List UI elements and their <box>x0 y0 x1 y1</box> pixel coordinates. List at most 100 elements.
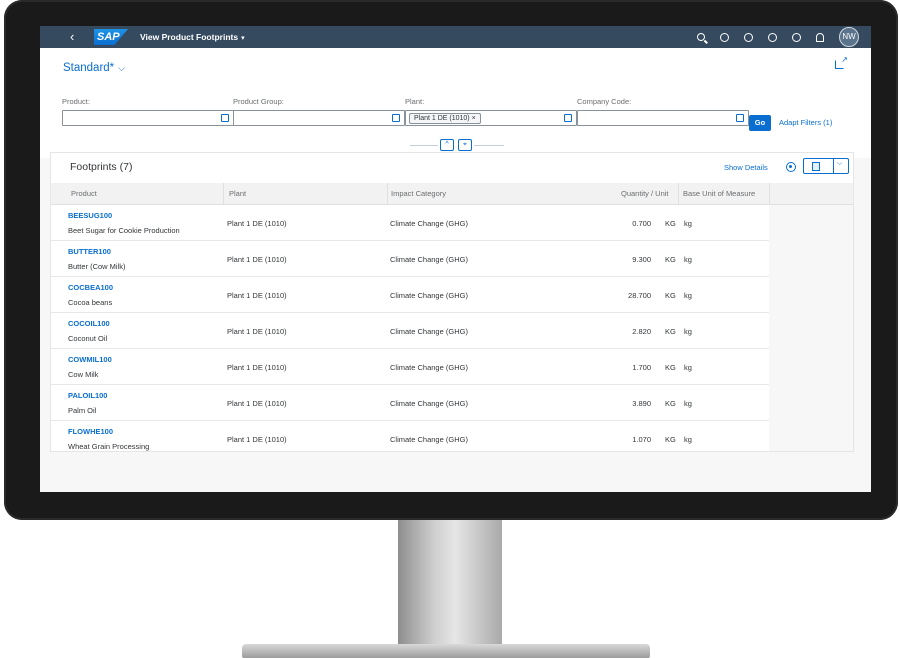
column-separator <box>678 183 679 205</box>
table-row[interactable]: COCBEA100 Cocoa beans Plant 1 DE (1010) … <box>51 277 769 313</box>
user-avatar[interactable]: NW <box>839 27 859 47</box>
product-group-input[interactable] <box>233 110 405 126</box>
product-description: Wheat Grain Processing <box>68 442 150 451</box>
product-link[interactable]: BUTTER100 <box>68 247 111 256</box>
app-title: View Product Footprints <box>140 32 239 42</box>
go-button[interactable]: Go <box>749 115 771 131</box>
product-link[interactable]: COWMIL100 <box>68 355 112 364</box>
variant-selector[interactable]: Standard* ⌵ <box>63 62 125 74</box>
gear-icon[interactable] <box>786 162 796 172</box>
plant-input[interactable]: Plant 1 DE (1010) × <box>405 110 577 126</box>
table-title: Footprints (7) <box>70 161 133 173</box>
quantity-cell: 1.700 <box>632 363 651 372</box>
unit-cell: KG <box>665 435 676 444</box>
app-title-menu[interactable]: View Product Footprints ▾ <box>140 32 245 42</box>
header-toggle-bar: ^ ⌖ <box>40 138 871 152</box>
impact-cell: Climate Change (GHG) <box>390 291 468 300</box>
divider <box>474 145 504 146</box>
base-unit-cell: kg <box>684 363 692 372</box>
product-description: Coconut Oil <box>68 334 108 343</box>
column-header-quantity-unit[interactable]: Quantity / Unit <box>621 189 669 198</box>
product-link[interactable]: COCBEA100 <box>68 283 113 292</box>
share-icon[interactable] <box>835 55 848 69</box>
export-button[interactable]: ⌵ <box>803 158 849 174</box>
column-header-impact-category[interactable]: Impact Category <box>391 189 446 198</box>
sap-logo[interactable]: SAP <box>94 29 128 45</box>
monitor-stand-neck <box>398 520 502 650</box>
product-input[interactable] <box>62 110 234 126</box>
impact-cell: Climate Change (GHG) <box>390 399 468 408</box>
quantity-cell: 0.700 <box>632 219 651 228</box>
value-help-icon[interactable] <box>221 114 229 122</box>
plant-cell: Plant 1 DE (1010) <box>227 327 287 336</box>
shell-bar: ‹ SAP View Product Footprints ▾ NW <box>40 26 871 48</box>
column-separator <box>769 183 770 205</box>
back-button[interactable]: ‹ <box>70 26 84 48</box>
product-description: Cow Milk <box>68 370 99 379</box>
quantity-cell: 2.820 <box>632 327 651 336</box>
quantity-cell: 28.700 <box>628 291 651 300</box>
column-separator <box>223 183 224 205</box>
table-header: Product Plant Impact Category Quantity /… <box>51 183 853 205</box>
chevron-down-icon: ▾ <box>241 35 245 42</box>
unit-cell: KG <box>665 291 676 300</box>
table-row[interactable]: COCOIL100 Coconut Oil Plant 1 DE (1010) … <box>51 313 769 349</box>
adapt-filters-link[interactable]: Adapt Filters (1) <box>779 118 832 127</box>
column-header-base-unit[interactable]: Base Unit of Measure <box>683 189 755 198</box>
show-details-link[interactable]: Show Details <box>724 163 768 172</box>
search-icon[interactable] <box>697 33 705 41</box>
export-icon <box>812 162 820 171</box>
table-row[interactable]: PALOIL100 Palm Oil Plant 1 DE (1010) Cli… <box>51 385 769 421</box>
base-unit-cell: kg <box>684 255 692 264</box>
impact-cell: Climate Change (GHG) <box>390 219 468 228</box>
product-description: Butter (Cow Milk) <box>68 262 126 271</box>
collapse-header-button[interactable]: ^ <box>440 139 454 151</box>
base-unit-cell: kg <box>684 399 692 408</box>
product-link[interactable]: BEESUG100 <box>68 211 112 220</box>
base-unit-cell: kg <box>684 291 692 300</box>
plant-cell: Plant 1 DE (1010) <box>227 363 287 372</box>
plant-cell: Plant 1 DE (1010) <box>227 255 287 264</box>
empty-column-area <box>769 205 853 451</box>
filter-plant: Plant: Plant 1 DE (1010) × <box>405 97 577 126</box>
unit-cell: KG <box>665 219 676 228</box>
plant-cell: Plant 1 DE (1010) <box>227 399 287 408</box>
column-header-product[interactable]: Product <box>71 189 97 198</box>
value-help-icon[interactable] <box>564 114 572 122</box>
variant-label: Standard* <box>63 62 115 74</box>
co-pilot-icon[interactable] <box>720 32 729 42</box>
headset-icon[interactable] <box>744 32 753 42</box>
quantity-cell: 1.070 <box>632 435 651 444</box>
table-row[interactable]: COWMIL100 Cow Milk Plant 1 DE (1010) Cli… <box>51 349 769 385</box>
base-unit-cell: kg <box>684 435 692 444</box>
impact-cell: Climate Change (GHG) <box>390 435 468 444</box>
company-code-input[interactable] <box>577 110 749 126</box>
feedback-icon[interactable] <box>768 32 777 42</box>
base-unit-cell: kg <box>684 327 692 336</box>
notifications-icon[interactable] <box>816 32 824 42</box>
value-help-icon[interactable] <box>392 114 400 122</box>
footprints-table: Footprints (7) Show Details ⌵ Product Pl… <box>50 152 854 452</box>
product-link[interactable]: FLOWHE100 <box>68 427 113 436</box>
divider <box>410 145 438 146</box>
column-separator <box>387 183 388 205</box>
filter-product: Product: <box>62 97 234 126</box>
table-row[interactable]: FLOWHE100 Wheat Grain Processing Plant 1… <box>51 421 769 451</box>
table-row[interactable]: BEESUG100 Beet Sugar for Cookie Producti… <box>51 205 769 241</box>
filter-label: Product Group: <box>233 97 284 106</box>
help-icon[interactable] <box>792 32 801 42</box>
monitor-stand-base <box>242 644 650 658</box>
table-row[interactable]: BUTTER100 Butter (Cow Milk) Plant 1 DE (… <box>51 241 769 277</box>
impact-cell: Climate Change (GHG) <box>390 327 468 336</box>
value-help-icon[interactable] <box>736 114 744 122</box>
product-link[interactable]: COCOIL100 <box>68 319 110 328</box>
column-header-plant[interactable]: Plant <box>229 189 246 198</box>
product-link[interactable]: PALOIL100 <box>68 391 107 400</box>
unit-cell: KG <box>665 399 676 408</box>
filter-label: Product: <box>62 97 90 106</box>
product-description: Beet Sugar for Cookie Production <box>68 226 180 235</box>
pin-header-button[interactable]: ⌖ <box>458 139 472 151</box>
unit-cell: KG <box>665 255 676 264</box>
chevron-down-icon[interactable]: ⌵ <box>837 160 842 168</box>
plant-token[interactable]: Plant 1 DE (1010) × <box>409 113 481 124</box>
